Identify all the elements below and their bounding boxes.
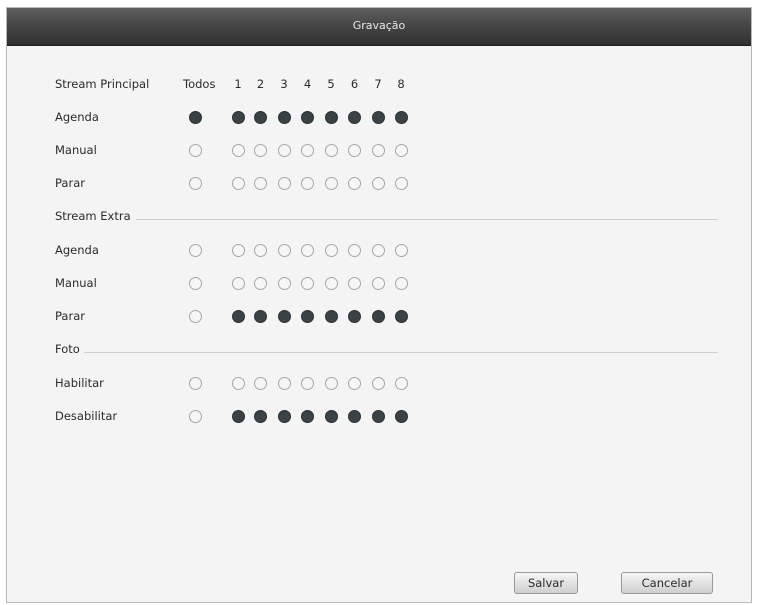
main-agenda-channel-1-radio[interactable]	[231, 111, 245, 124]
main-agenda-channel-6-radio[interactable]	[348, 111, 361, 124]
extra-manual-todos-radio[interactable]	[188, 277, 202, 290]
stream-extra-divider	[136, 219, 718, 220]
main-agenda-todos-radio[interactable]	[188, 111, 202, 124]
main-agenda-channel-4-radio[interactable]	[301, 111, 314, 124]
channel-header-8: 8	[397, 77, 405, 91]
main-manual-channel-6-radio[interactable]	[348, 144, 361, 157]
foto-habilitar-todos-radio[interactable]	[188, 377, 202, 390]
extra-agenda-channel-2-radio[interactable]	[254, 244, 267, 257]
foto-section-label: Foto	[55, 342, 80, 356]
extra-agenda-channel-5-radio[interactable]	[324, 244, 338, 257]
extra-manual-channel-6-radio[interactable]	[348, 277, 361, 290]
stream-principal-label: Stream Principal	[55, 77, 150, 91]
title-bar: Gravação	[7, 8, 751, 46]
main-parar-channel-5-radio[interactable]	[324, 177, 338, 190]
foto-desabilitar-channel-3-radio[interactable]	[277, 410, 291, 423]
main-parar-channel-7-radio[interactable]	[371, 177, 385, 190]
foto-habilitar-channel-7-radio[interactable]	[371, 377, 385, 390]
foto-habilitar-label: Habilitar	[55, 376, 104, 390]
extra-parar-channel-8-radio[interactable]	[394, 310, 408, 323]
foto-divider	[84, 352, 718, 353]
extra-agenda-channel-1-radio[interactable]	[231, 244, 245, 257]
stream-extra-section-label: Stream Extra	[55, 209, 131, 223]
foto-habilitar-channel-4-radio[interactable]	[301, 377, 314, 390]
foto-habilitar-channel-1-radio[interactable]	[231, 377, 245, 390]
foto-desabilitar-todos-radio[interactable]	[188, 410, 202, 423]
main-agenda-channel-8-radio[interactable]	[394, 111, 408, 124]
todos-header: Todos	[183, 77, 216, 91]
extra-agenda-label: Agenda	[55, 243, 99, 257]
main-parar-channel-6-radio[interactable]	[348, 177, 361, 190]
main-manual-channel-7-radio[interactable]	[371, 144, 385, 157]
channel-header-2: 2	[256, 77, 265, 91]
channel-header-6: 6	[350, 77, 359, 91]
main-manual-channel-5-radio[interactable]	[324, 144, 338, 157]
foto-desabilitar-channel-7-radio[interactable]	[371, 410, 385, 423]
main-manual-channel-1-radio[interactable]	[231, 144, 245, 157]
main-manual-channel-3-radio[interactable]	[277, 144, 291, 157]
extra-manual-channel-4-radio[interactable]	[301, 277, 314, 290]
channel-header-1: 1	[234, 77, 242, 91]
channel-header-7: 7	[374, 77, 382, 91]
extra-manual-channel-5-radio[interactable]	[324, 277, 338, 290]
extra-agenda-channel-4-radio[interactable]	[301, 244, 314, 257]
foto-desabilitar-channel-1-radio[interactable]	[231, 410, 245, 423]
extra-parar-todos-radio[interactable]	[188, 310, 202, 323]
main-parar-channel-2-radio[interactable]	[254, 177, 267, 190]
extra-agenda-channel-6-radio[interactable]	[348, 244, 361, 257]
foto-desabilitar-channel-4-radio[interactable]	[301, 410, 314, 423]
dialog-title: Gravação	[352, 19, 406, 32]
main-agenda-channel-2-radio[interactable]	[254, 111, 267, 124]
extra-manual-channel-7-radio[interactable]	[371, 277, 385, 290]
foto-desabilitar-channel-8-radio[interactable]	[394, 410, 408, 423]
extra-manual-channel-8-radio[interactable]	[394, 277, 408, 290]
extra-manual-channel-1-radio[interactable]	[231, 277, 245, 290]
extra-parar-channel-6-radio[interactable]	[348, 310, 361, 323]
recording-dialog: Gravação	[6, 7, 752, 603]
cancel-button[interactable]: Cancelar	[621, 572, 713, 594]
save-button[interactable]: Salvar	[514, 572, 578, 594]
main-manual-channel-2-radio[interactable]	[254, 144, 267, 157]
channel-header-4: 4	[303, 77, 312, 91]
extra-parar-channel-2-radio[interactable]	[254, 310, 267, 323]
main-manual-label: Manual	[55, 143, 97, 157]
main-agenda-channel-3-radio[interactable]	[277, 111, 291, 124]
extra-parar-channel-7-radio[interactable]	[371, 310, 385, 323]
foto-habilitar-channel-5-radio[interactable]	[324, 377, 338, 390]
main-manual-todos-radio[interactable]	[188, 144, 202, 157]
foto-desabilitar-channel-6-radio[interactable]	[348, 410, 361, 423]
channel-header-5: 5	[327, 77, 335, 91]
extra-parar-label: Parar	[55, 309, 85, 323]
main-agenda-label: Agenda	[55, 110, 99, 124]
main-agenda-channel-7-radio[interactable]	[371, 111, 385, 124]
main-parar-label: Parar	[55, 176, 85, 190]
extra-parar-channel-4-radio[interactable]	[301, 310, 314, 323]
extra-agenda-channel-8-radio[interactable]	[394, 244, 408, 257]
main-parar-todos-radio[interactable]	[188, 177, 202, 190]
main-manual-channel-4-radio[interactable]	[301, 144, 314, 157]
extra-manual-label: Manual	[55, 276, 97, 290]
main-parar-channel-3-radio[interactable]	[277, 177, 291, 190]
main-manual-channel-8-radio[interactable]	[394, 144, 408, 157]
foto-desabilitar-channel-2-radio[interactable]	[254, 410, 267, 423]
foto-desabilitar-channel-5-radio[interactable]	[324, 410, 338, 423]
main-agenda-channel-5-radio[interactable]	[324, 111, 338, 124]
extra-manual-channel-3-radio[interactable]	[277, 277, 291, 290]
main-parar-channel-8-radio[interactable]	[394, 177, 408, 190]
foto-habilitar-channel-6-radio[interactable]	[348, 377, 361, 390]
foto-habilitar-channel-3-radio[interactable]	[277, 377, 291, 390]
extra-manual-channel-2-radio[interactable]	[254, 277, 267, 290]
main-parar-channel-1-radio[interactable]	[231, 177, 245, 190]
foto-desabilitar-label: Desabilitar	[55, 409, 118, 423]
foto-habilitar-channel-8-radio[interactable]	[394, 377, 408, 390]
channel-header-3: 3	[280, 77, 288, 91]
extra-agenda-channel-3-radio[interactable]	[277, 244, 291, 257]
extra-parar-channel-1-radio[interactable]	[231, 310, 245, 323]
extra-agenda-todos-radio[interactable]	[188, 244, 202, 257]
main-parar-channel-4-radio[interactable]	[301, 177, 314, 190]
extra-parar-channel-5-radio[interactable]	[324, 310, 338, 323]
foto-habilitar-channel-2-radio[interactable]	[254, 377, 267, 390]
extra-parar-channel-3-radio[interactable]	[277, 310, 291, 323]
extra-agenda-channel-7-radio[interactable]	[371, 244, 385, 257]
